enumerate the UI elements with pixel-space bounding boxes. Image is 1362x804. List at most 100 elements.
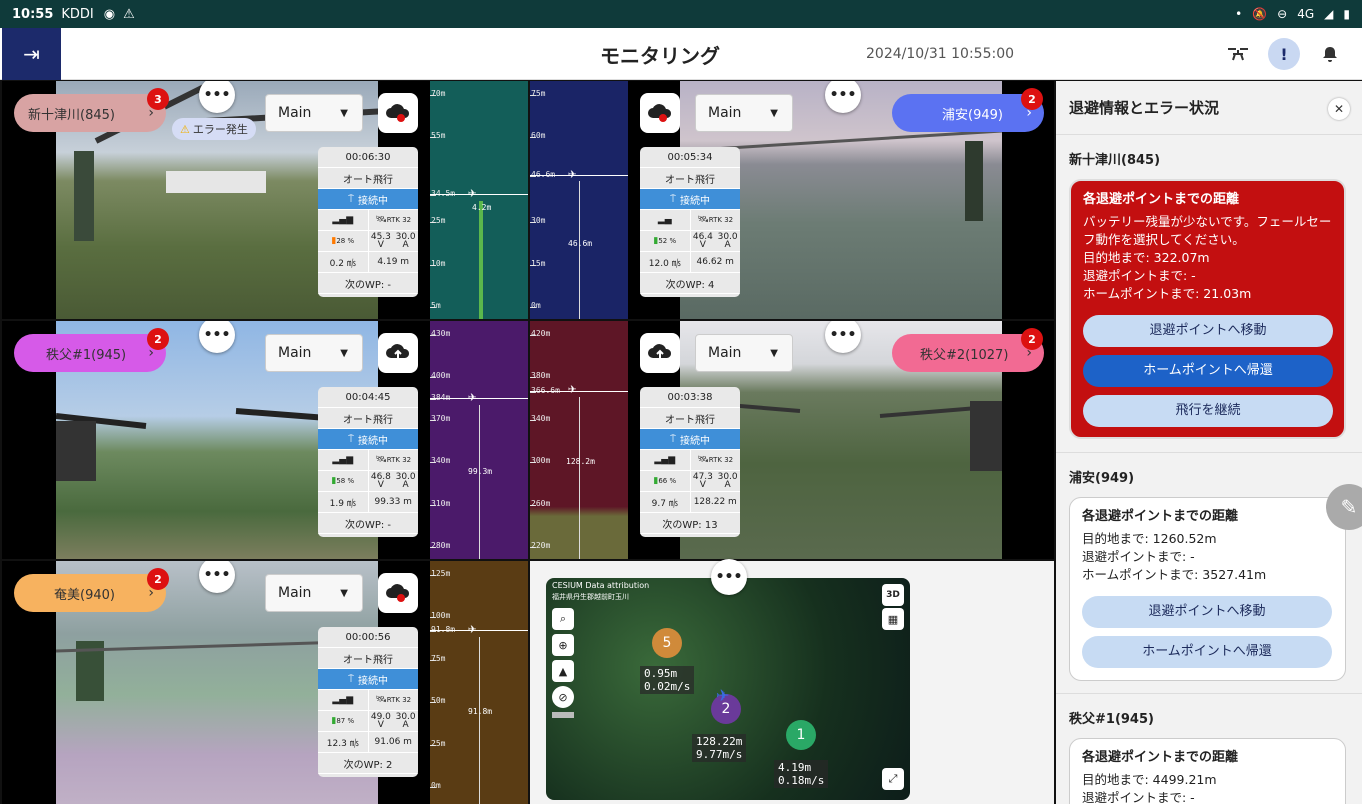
drone-marker-icon: ✈ <box>568 166 577 182</box>
page-title: モニタリング <box>600 44 720 68</box>
alert-count-badge: 2 <box>1021 88 1043 110</box>
navigate-icon: ▲ <box>558 664 568 678</box>
alert-count-badge: 2 <box>1021 328 1043 350</box>
feed-chichibu-1: 430m 400m 384m 370m 340m 310m 280m ✈ 99.… <box>2 321 528 559</box>
continue-flight-button[interactable]: 飛行を継続 <box>1083 395 1333 427</box>
signal-strength-icon: ▂▄▆ <box>318 210 369 230</box>
drone-name-pill[interactable]: 奄美(940) › <box>14 574 166 612</box>
map-fullscreen-button[interactable]: ⤢ <box>882 768 904 790</box>
map-drone-label: 4.19m 0.18m/s <box>774 760 829 788</box>
return-home-button[interactable]: ホームポイントへ帰還 <box>1083 355 1333 387</box>
telemetry-panel: 00:03:38 オート飛行 ⍑ 接続中 ▂▄▆ 🛰 RTK 32 ▮ 66 % 47.3… <box>640 387 740 537</box>
menu-icon: ⇥ <box>23 42 40 66</box>
altitude-gauge: 430m 400m 384m 370m 340m 310m 280m ✈ 99.… <box>430 321 528 559</box>
feed-amami: 125m 100m 91.8m 75m 50m 25m 0m ✈ 91.8m 奄… <box>2 561 528 804</box>
map-search-button[interactable]: ⌕ <box>552 608 574 630</box>
bell-button[interactable] <box>1314 38 1346 70</box>
clock: 10:55 <box>12 6 54 22</box>
map-compass-button[interactable]: ⊘ <box>552 686 574 708</box>
telemetry-panel: 00:06:30 オート飛行 ⍑ 接続中 ▂▄▆ 🛰 RTK 32 ▮ 28 % 45.3… <box>318 147 418 297</box>
stream-select[interactable]: Main ▼ <box>265 334 363 372</box>
map-more-options-button[interactable]: ••• <box>711 559 747 595</box>
return-home-button[interactable]: ホームポイントへ帰還 <box>1082 636 1332 668</box>
stream-select[interactable]: Main ▼ <box>265 574 363 612</box>
next-waypoint: 次のWP: - <box>318 273 418 294</box>
evacuation-card: 各退避ポイントまでの距離 目的地まで: 1260.52m 退避ポイントまで: -… <box>1069 497 1346 681</box>
map-attribution[interactable]: CESIUM Data attribution <box>552 581 649 590</box>
move-to-evac-button[interactable]: 退避ポイントへ移動 <box>1083 315 1333 347</box>
evacuation-card: 各退避ポイントまでの距離 目的地まで: 4499.21m 退避ポイントまで: - <box>1069 738 1346 804</box>
alert-button[interactable]: ! <box>1268 38 1300 70</box>
alert-count-badge: 3 <box>147 88 169 110</box>
altitude-gauge: 125m 100m 91.8m 75m 50m 25m 0m ✈ 91.8m <box>430 561 528 804</box>
sidebar-title: 退避情報とエラー状況 <box>1056 81 1362 135</box>
map-location: 福井県丹生郡越前町玉川 <box>552 593 629 601</box>
feed-chichibu-2: 420m 380m 366.6m 340m 300m 260m 220m ✈ 1… <box>530 321 1054 559</box>
speed: 0.2 ㎧ <box>318 252 369 272</box>
satellite-icon: 🛰 <box>375 215 387 225</box>
connection-status: ⍑ 接続中 <box>318 189 418 210</box>
app-bar: ⇥ モニタリング 2024/10/31 10:55:00 ! <box>0 28 1362 80</box>
map-drone-label: 128.22m 9.77m/s <box>692 734 747 762</box>
feed-new-totsukawa: 70m 55m 34.5m 25m 10m 5m ✈ 4.2m 新十津川(845… <box>2 81 528 319</box>
drone-name-pill[interactable]: 新十津川(845) › <box>14 94 166 132</box>
altitude-gauge: 420m 380m 366.6m 340m 300m 260m 220m ✈ 1… <box>530 321 628 559</box>
warning-icon: ⚠ <box>123 6 135 22</box>
map-locate-button[interactable]: ⊕ <box>552 634 574 656</box>
drone-marker-icon: ✈ <box>468 185 477 201</box>
cloud-sync-button[interactable] <box>378 573 418 613</box>
bell-icon <box>1323 47 1337 62</box>
section-drone-name: 新十津川(845) <box>1069 153 1161 168</box>
stream-select[interactable]: Main ▼ <box>265 94 363 132</box>
alert-count-badge: 2 <box>147 328 169 350</box>
telemetry-panel: 00:04:45 オート飛行 ⍑ 接続中 ▂▄▆ 🛰 RTK 32 ▮ 58 % 46.8… <box>318 387 418 537</box>
waypoint-marker[interactable]: 5 <box>652 628 682 658</box>
distance: 4.19 m <box>377 257 410 267</box>
zoom-bar[interactable] <box>552 712 574 718</box>
status-bar: 10:55 KDDI ◉ ⚠ • 🔕 ⊖ 4G ◢ ▮ <box>0 0 1362 28</box>
close-icon: ✕ <box>1333 102 1345 116</box>
altitude-gauge: 70m 55m 34.5m 25m 10m 5m ✈ 4.2m <box>430 81 528 319</box>
menu-toggle-button[interactable]: ⇥ <box>2 28 61 80</box>
warning-icon: ⚠ <box>180 122 190 136</box>
compass-icon: ⊘ <box>558 690 568 704</box>
pencil-icon: ✎ <box>1340 495 1358 519</box>
close-sidebar-button[interactable]: ✕ <box>1328 98 1350 120</box>
map-3d-button[interactable]: 3D <box>882 584 904 606</box>
dot-icon: • <box>1235 7 1243 21</box>
stream-select[interactable]: Main ▼ <box>695 94 793 132</box>
drone-position-icon[interactable]: ✈ <box>716 686 729 705</box>
layers-icon: ▦ <box>887 612 899 626</box>
cloud-upload-button[interactable] <box>640 333 680 373</box>
section-drone-name: 浦安(949) <box>1069 471 1135 486</box>
evacuation-sidebar: 退避情報とエラー状況 ✕ 新十津川(845) 各退避ポイントまでの距離 バッテリ… <box>1056 81 1362 804</box>
carrier: KDDI <box>61 6 94 22</box>
record-icon: ◉ <box>103 6 116 22</box>
signal-icon: ◢ <box>1324 7 1334 21</box>
error-tag[interactable]: ⚠ エラー発生 <box>172 118 256 140</box>
3d-map[interactable]: CESIUM Data attribution 福井県丹生郡越前町玉川 ⌕ ⊕ … <box>546 578 910 800</box>
stream-select[interactable]: Main ▼ <box>695 334 793 372</box>
flight-mode: オート飛行 <box>318 168 418 189</box>
map-layers-button[interactable]: ▦ <box>882 608 904 630</box>
telemetry-panel: 00:05:34 オート飛行 ⍑ 接続中 ▂▄ 🛰 RTK 32 ▮ 52 % 46.4 … <box>640 147 740 297</box>
cloud-sync-button[interactable] <box>378 93 418 133</box>
alert-count-badge: 2 <box>147 568 169 590</box>
network-type: 4G <box>1297 7 1315 21</box>
antenna-icon: ⍑ <box>348 193 354 205</box>
waypoint-marker[interactable]: 1 <box>786 720 816 750</box>
current-datetime: 2024/10/31 10:55:00 <box>866 46 1015 62</box>
exclamation-icon: ! <box>1280 44 1288 64</box>
search-icon: ⌕ <box>559 612 567 625</box>
evacuation-card: 各退避ポイントまでの距離 バッテリー残量が少ないです。フェールセーフ動作を選択し… <box>1069 179 1346 439</box>
cloud-sync-button[interactable] <box>640 93 680 133</box>
cloud-upload-button[interactable] <box>378 333 418 373</box>
flight-timer: 00:06:30 <box>318 147 418 168</box>
caret-down-icon: ▼ <box>340 107 348 119</box>
drone-icon[interactable] <box>1222 38 1254 70</box>
map-north-button[interactable]: ▲ <box>552 660 574 682</box>
map-drone-label: 0.95m 0.02m/s <box>640 666 695 694</box>
move-to-evac-button[interactable]: 退避ポイントへ移動 <box>1082 596 1332 628</box>
drone-name-pill[interactable]: 秩父#1(945) › <box>14 334 166 372</box>
altitude-gauge: 75m 60m 46.6m 30m 15m 0m ✈ 46.6m <box>530 81 628 319</box>
